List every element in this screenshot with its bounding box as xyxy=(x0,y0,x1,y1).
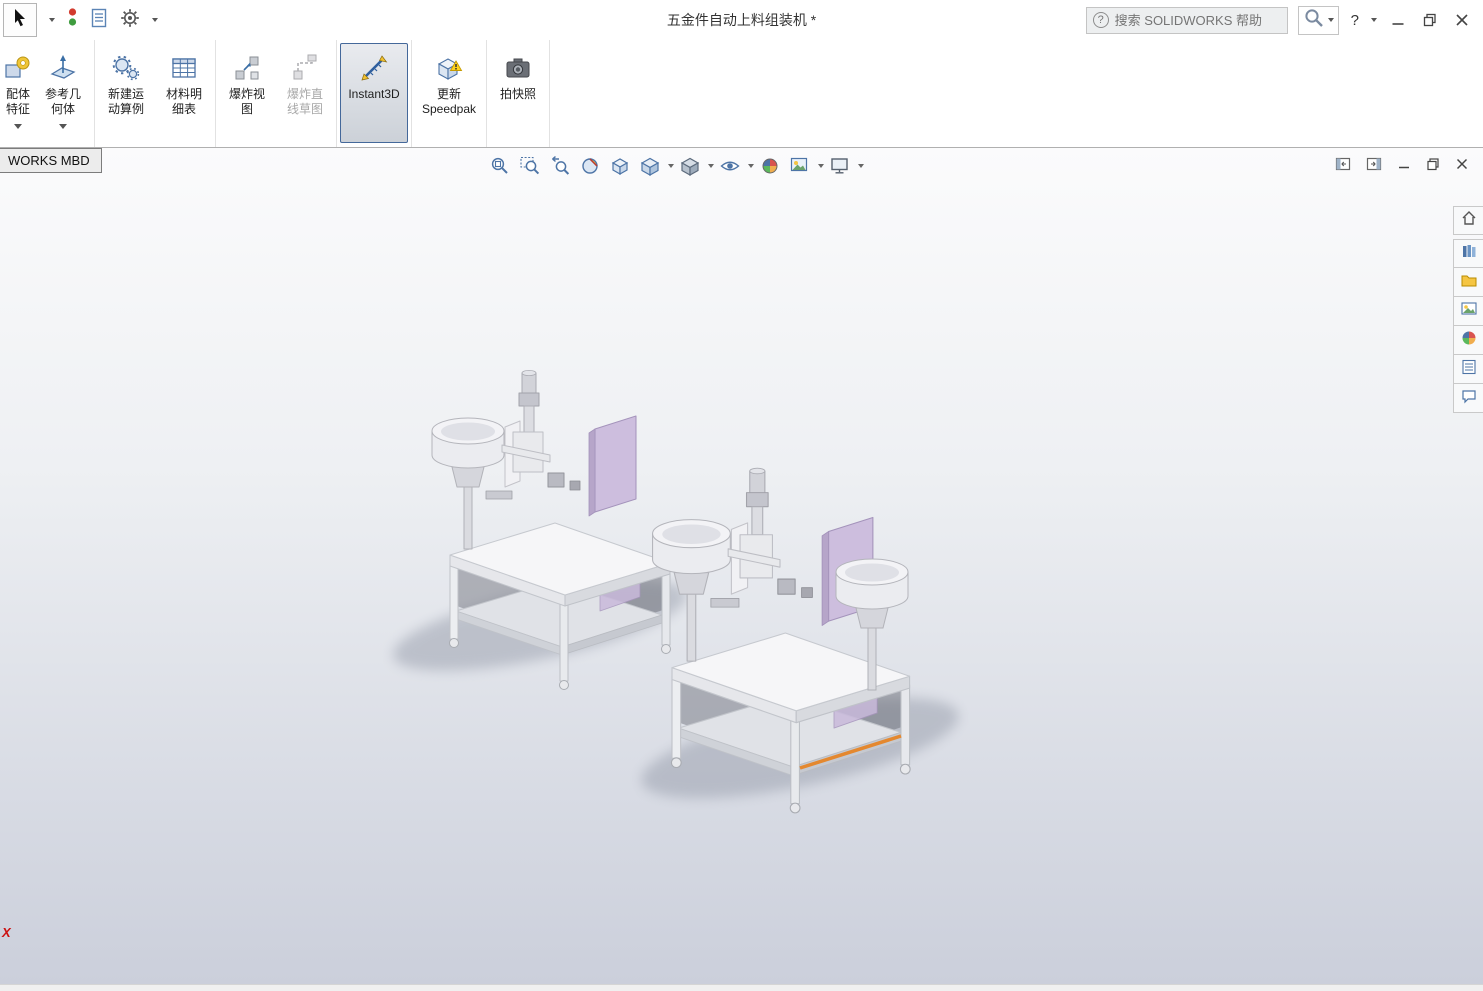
task-pane xyxy=(1453,206,1483,413)
taskpane-tab-appearances-scenes[interactable] xyxy=(1453,326,1483,355)
ribbon-group-1: 配体特征 参考几何体 xyxy=(0,40,95,147)
model-scene[interactable] xyxy=(0,148,1483,984)
take-snapshot-icon xyxy=(503,51,533,85)
view-settings-button[interactable] xyxy=(826,153,854,179)
search-input[interactable] xyxy=(1115,13,1281,28)
new-motion-study-icon xyxy=(111,51,141,85)
status-bar xyxy=(0,984,1483,991)
taskpane-tab-file-explorer[interactable] xyxy=(1453,268,1483,297)
view-orientation-button[interactable] xyxy=(636,153,664,179)
status-lights-icon[interactable] xyxy=(67,7,78,34)
update-speedpak-icon xyxy=(434,51,464,85)
minimize-button[interactable] xyxy=(1387,9,1409,31)
viewport-window-controls xyxy=(1335,157,1469,176)
ribbon-button-explode-line-sketch: 爆炸直线草图 xyxy=(277,43,333,143)
toolbar-dropdown-icon[interactable] xyxy=(152,18,158,22)
ribbon: 配体特征 参考几何体 新建运动算例 xyxy=(0,40,1483,148)
select-arrow-icon xyxy=(11,8,29,33)
ribbon-button-new-motion-study[interactable]: 新建运动算例 xyxy=(98,43,154,143)
search-button[interactable] xyxy=(1298,6,1339,35)
zoom-to-area-button[interactable] xyxy=(516,153,544,179)
ribbon-button-instant3d[interactable]: Instant3D xyxy=(340,43,408,143)
workspace: WORKS MBD xyxy=(0,148,1483,984)
display-style-dropdown-icon[interactable] xyxy=(708,164,714,168)
view-settings-dropdown-icon[interactable] xyxy=(858,164,864,168)
dropdown-arrow-icon[interactable] xyxy=(59,124,67,129)
tab-solidworks-mbd[interactable]: WORKS MBD xyxy=(0,148,102,173)
edit-appearance-button[interactable] xyxy=(756,153,784,179)
help-button[interactable]: ? xyxy=(1349,12,1361,29)
ribbon-group-6: 拍快照 xyxy=(487,40,550,147)
search-box[interactable]: ? xyxy=(1086,7,1288,34)
assembly-features-icon xyxy=(3,51,33,85)
help-dropdown-icon[interactable] xyxy=(1371,18,1377,22)
ribbon-group-5: 更新Speedpak xyxy=(412,40,487,147)
3d-drawing-view-button[interactable] xyxy=(606,153,634,179)
coordinate-triad-x: X xyxy=(2,925,11,940)
ribbon-button-reference-geometry[interactable]: 参考几何体 xyxy=(35,43,91,143)
apply-scene-button[interactable] xyxy=(786,153,814,179)
folder-icon xyxy=(1460,271,1478,294)
properties-list-icon xyxy=(1460,358,1478,381)
reference-geometry-icon xyxy=(48,51,78,85)
hide-show-items-button[interactable] xyxy=(716,153,744,179)
taskpane-tab-view-palette[interactable] xyxy=(1453,297,1483,326)
headsup-view-toolbar xyxy=(486,153,864,179)
restore-button[interactable] xyxy=(1419,9,1441,31)
search-help-icon: ? xyxy=(1093,12,1109,28)
select-tool-dropdown-icon[interactable] xyxy=(49,18,55,22)
ribbon-button-exploded-view[interactable]: 爆炸视图 xyxy=(219,43,275,143)
viewport-close-button[interactable] xyxy=(1455,157,1469,176)
ribbon-button-bill-of-materials[interactable]: 材料明细表 xyxy=(156,43,212,143)
taskpane-tab-custom-properties[interactable] xyxy=(1453,355,1483,384)
collapse-pane-right-button[interactable] xyxy=(1366,157,1382,176)
gear-icon[interactable] xyxy=(120,8,140,33)
design-library-icon xyxy=(1460,242,1478,265)
view-orientation-dropdown-icon[interactable] xyxy=(668,164,674,168)
instant3d-icon xyxy=(359,51,389,85)
viewport-restore-button[interactable] xyxy=(1426,157,1440,176)
apply-scene-dropdown-icon[interactable] xyxy=(818,164,824,168)
viewport-minimize-button[interactable] xyxy=(1397,157,1411,176)
ribbon-button-update-speedpak[interactable]: 更新Speedpak xyxy=(415,43,483,143)
picture-icon xyxy=(1460,300,1478,323)
graphics-viewport[interactable]: WORKS MBD xyxy=(0,148,1483,984)
taskpane-tab-design-library[interactable] xyxy=(1453,239,1483,268)
select-tool-button[interactable] xyxy=(3,3,37,37)
previous-view-button[interactable] xyxy=(546,153,574,179)
solidworks-window: 五金件自动上料组装机 * ? ? xyxy=(0,0,1483,991)
titlebar: 五金件自动上料组装机 * ? ? xyxy=(0,0,1483,40)
ribbon-group-3: 爆炸视图 爆炸直线草图 xyxy=(216,40,337,147)
dropdown-arrow-icon[interactable] xyxy=(14,124,22,129)
ribbon-button-assembly-features[interactable]: 配体特征 xyxy=(3,43,33,143)
ribbon-button-take-snapshot[interactable]: 拍快照 xyxy=(490,43,546,143)
home-icon xyxy=(1460,209,1478,232)
search-dropdown-icon[interactable] xyxy=(1328,18,1334,22)
hide-show-items-dropdown-icon[interactable] xyxy=(748,164,754,168)
close-button[interactable] xyxy=(1451,9,1473,31)
section-view-button[interactable] xyxy=(576,153,604,179)
exploded-view-icon xyxy=(232,51,262,85)
ribbon-group-2: 新建运动算例 材料明细表 xyxy=(95,40,216,147)
zoom-to-fit-button[interactable] xyxy=(486,153,514,179)
comment-bubble-icon xyxy=(1460,387,1478,410)
explode-line-sketch-icon xyxy=(290,51,320,85)
bill-of-materials-icon xyxy=(169,51,199,85)
taskpane-tab-solidworks-resources[interactable] xyxy=(1453,206,1483,235)
search-magnifier-icon xyxy=(1303,7,1325,34)
collapse-pane-left-button[interactable] xyxy=(1335,157,1351,176)
ribbon-group-4: Instant3D xyxy=(337,40,412,147)
document-icon[interactable] xyxy=(90,8,108,33)
appearance-sphere-icon xyxy=(1460,329,1478,352)
taskpane-tab-forum[interactable] xyxy=(1453,384,1483,413)
display-style-button[interactable] xyxy=(676,153,704,179)
